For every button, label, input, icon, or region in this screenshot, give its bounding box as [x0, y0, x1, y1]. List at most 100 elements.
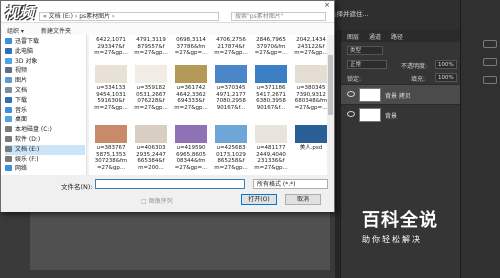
fill-input[interactable]: 100% [435, 73, 457, 82]
filename-input[interactable] [95, 179, 245, 189]
sidebar-item[interactable]: 文档 (E:) [5, 144, 85, 155]
sidebar-item[interactable]: 本地磁盘 (C:) [5, 125, 85, 135]
image-thumbnail [255, 65, 287, 83]
lock-label: 锁定: [347, 76, 362, 83]
layer-row-background-copy[interactable]: 背景 拷贝 [341, 84, 461, 104]
sidebar-item[interactable]: 娱乐 (F:) [5, 155, 85, 165]
layer-row-background[interactable]: 背景 [341, 104, 461, 124]
dialog-toolbar: 组织 ▾ 新建文件夹 [1, 23, 334, 35]
image-thumbnail [255, 125, 287, 143]
blend-mode-select[interactable]: 正常 [347, 60, 387, 69]
organize-button[interactable]: 组织 ▾ [7, 26, 24, 35]
file-name: u=406303 2935,2447 665384&f m=200... [136, 145, 166, 171]
file-item[interactable]: u=371186 5417,2671 6380,3958 90167&f... [249, 65, 293, 113]
file-item[interactable]: u=370345 4971,2177 7080,2958 90167&f... [209, 65, 253, 113]
cancel-button[interactable]: 取消 [285, 194, 321, 205]
address-bar: ← → ↑ « 文档 (E:) › ps素材图片 › 搜索"ps素材图片" [1, 10, 334, 23]
folder-icon [5, 96, 12, 103]
sidebar-item-label: 下载 [15, 96, 28, 104]
sidebar-item[interactable]: 软件 (D:) [5, 135, 85, 145]
file-name: u=425683 0173,1029 865258&f m=27&gp... [214, 145, 248, 171]
file-item[interactable]: u=361742 4642,3362 694333&f m=27&gp... [169, 65, 213, 113]
file-name: u=334133 9454,1031 591630&f m=27&gp... [94, 85, 128, 111]
file-item[interactable]: 0698,3114 37786&fm =27&gp=... [169, 37, 213, 59]
sidebar-item[interactable]: 网络 [5, 164, 85, 174]
sidebar-item[interactable]: 文档 [5, 86, 85, 96]
file-name: 0698,3114 37786&fm =27&gp=... [174, 37, 208, 56]
sidebar-item-label: 视频 [15, 67, 28, 75]
tab-channels[interactable]: 通道 [369, 32, 381, 41]
select-and-mask-label[interactable]: 选择并遮住... [330, 8, 369, 18]
file-item[interactable]: u=359182 0531,2667 076228&f m=27&gp... [129, 65, 173, 113]
panel-tab-bar: 图层 通道 路径 [341, 30, 461, 42]
sidebar-item[interactable]: 视频 [5, 66, 85, 76]
new-folder-button[interactable]: 新建文件夹 [41, 26, 71, 35]
image-thumbnail [95, 65, 127, 83]
file-item[interactable]: u=481177 2449,4040 231336&f m=27&gp... [249, 125, 293, 173]
sidebar-item[interactable]: 桌面 [5, 115, 85, 125]
scrollbar-thumb[interactable] [328, 55, 333, 115]
libraries-icon[interactable] [483, 76, 497, 84]
tab-paths[interactable]: 路径 [391, 32, 403, 41]
sidebar-item-label: 桌面 [15, 116, 28, 124]
file-name: u=383767 5875,1353 307238&fm =27&gp... [94, 145, 128, 171]
image-thumbnail [135, 125, 167, 143]
properties-icon[interactable] [483, 40, 497, 48]
file-list-scrollbar[interactable] [327, 35, 334, 175]
file-item[interactable]: u=383767 5875,1353 307238&fm =27&gp... [89, 125, 133, 173]
folder-icon [5, 47, 12, 54]
image-thumbnail [215, 65, 247, 83]
file-name: u=370345 4971,2177 7080,2958 90167&f... [216, 85, 246, 111]
file-name: u=481177 2449,4040 231336&f m=27&gp... [254, 145, 288, 171]
eye-icon[interactable] [347, 91, 355, 97]
opacity-label: 不透明度: [401, 63, 428, 70]
sidebar-item[interactable]: 音乐 [5, 106, 85, 116]
sidebar-item[interactable]: 此电脑 [5, 47, 85, 57]
eye-icon[interactable] [347, 111, 355, 117]
file-item[interactable]: u=406303 2935,2447 665384&f m=200... [129, 125, 173, 173]
file-item[interactable]: u=334133 9454,1031 591630&f m=27&gp... [89, 65, 133, 113]
file-item[interactable]: 4706,2756 217874&f m=27&gp... [209, 37, 253, 59]
file-item[interactable]: 6422,1071 293347&f m=27&gp... [89, 37, 133, 59]
folder-icon [5, 155, 12, 162]
layer-kind-filter[interactable]: 类型 [347, 46, 383, 55]
brand-subtitle: 助你轻松解决 [362, 235, 422, 244]
image-thumbnail [95, 125, 127, 143]
close-icon[interactable]: × [324, 1, 330, 9]
sidebar-item[interactable]: 3D 对象 [5, 57, 85, 67]
sidebar-item-label: 娱乐 (F:) [15, 155, 39, 163]
file-item[interactable]: 2846,7965 37970&fm =27&gp=... [249, 37, 293, 59]
image-thumbnail [215, 125, 247, 143]
image-thumbnail [295, 65, 327, 83]
adjustments-icon[interactable] [483, 58, 497, 66]
sidebar-item-label: 此电脑 [15, 47, 34, 55]
folder-icon [5, 145, 12, 152]
image-thumbnail [295, 125, 327, 143]
opacity-input[interactable]: 100% [435, 60, 457, 69]
file-item[interactable]: u=425683 0173,1029 865258&f m=27&gp... [209, 125, 253, 173]
folder-icon [5, 67, 12, 74]
file-item[interactable]: u=419590 6965,8605 08344&fm =27&gp=... [169, 125, 213, 173]
tab-layers[interactable]: 图层 [347, 32, 359, 41]
sidebar-item[interactable]: 图片 [5, 76, 85, 86]
sidebar-item-label: 音乐 [15, 106, 28, 114]
search-input[interactable]: 搜索"ps素材图片" [231, 12, 326, 21]
sidebar-item[interactable]: 迅雷下载 [5, 37, 85, 47]
file-name: 2846,7965 37970&fm =27&gp=... [254, 37, 288, 56]
image-thumbnail [175, 65, 207, 83]
folder-icon [5, 165, 12, 172]
filetype-select[interactable]: 所有格式 (*.*) [253, 179, 328, 189]
open-button[interactable]: 打开(O) [241, 194, 277, 205]
file-item[interactable]: 4791,3119 879557&f m=27&gp... [129, 37, 173, 59]
layer-thumbnail [359, 108, 381, 122]
breadcrumb[interactable]: « 文档 (E:) › ps素材图片 › [39, 12, 219, 21]
image-sequence-checkbox[interactable]: □ 图像序列 [141, 196, 173, 205]
filename-label: 文件名(N): [61, 183, 93, 191]
sidebar-item[interactable]: 下载 [5, 96, 85, 106]
fill-label: 填充: [411, 76, 426, 83]
file-list: 6422,1071 293347&f m=27&gp... 4791,3119 8… [89, 35, 328, 175]
folder-icon [5, 38, 12, 44]
folder-icon [5, 126, 12, 133]
sidebar-item-label: 3D 对象 [15, 57, 38, 65]
file-name: u=361742 4642,3362 694333&f m=27&gp... [174, 85, 208, 111]
